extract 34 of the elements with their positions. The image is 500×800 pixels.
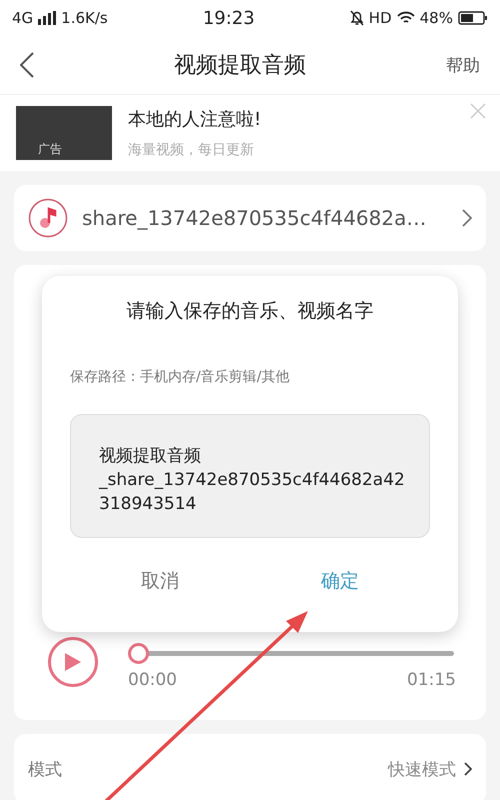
bell-off-icon [350, 10, 364, 26]
chevron-right-icon [464, 762, 472, 776]
file-card[interactable]: share_13742e870535c4f44682a… [14, 185, 486, 251]
help-button[interactable]: 帮助 [446, 54, 480, 76]
total-time: 01:15 [407, 670, 456, 690]
ad-banner[interactable]: 广告 本地的人注意啦! 海量视频，每日更新 [0, 95, 500, 171]
setting-value[interactable]: 快速模式 [388, 758, 472, 780]
dialog-title: 请输入保存的音乐、视频名字 [126, 299, 374, 324]
clock: 19:23 [202, 8, 255, 28]
name-input-field[interactable]: 视频提取音频_share_13742e870535c4f44682a42318943514 [70, 414, 430, 538]
play-icon [64, 652, 82, 672]
battery-percent: 48% [420, 9, 453, 27]
battery-icon [458, 11, 488, 25]
cancel-button[interactable]: 取消 [70, 556, 250, 606]
play-button[interactable] [48, 636, 98, 686]
page-title: 视频提取音频 [174, 52, 306, 80]
network-type: 4G [12, 9, 34, 27]
chevron-right-icon [462, 209, 472, 227]
music-note-icon [28, 198, 68, 238]
ad-label: 广告 [38, 141, 62, 158]
progress-thumb[interactable] [128, 643, 149, 664]
save-path: 保存路径：手机内存/音乐剪辑/其他 [70, 368, 290, 386]
network-speed: 1.6K/s [61, 9, 108, 27]
close-icon[interactable] [470, 103, 486, 119]
setting-label: 模式 [28, 758, 62, 780]
back-icon[interactable] [20, 52, 34, 78]
ad-title: 本地的人注意啦! [128, 108, 262, 131]
hd-label: HD [368, 9, 392, 27]
wifi-icon [396, 11, 415, 25]
current-time: 00:00 [128, 670, 177, 690]
signal-icon [38, 11, 56, 25]
ad-subtitle: 海量视频，每日更新 [128, 141, 255, 159]
progress-track[interactable] [128, 643, 454, 664]
file-name: share_13742e870535c4f44682a… [82, 206, 428, 230]
